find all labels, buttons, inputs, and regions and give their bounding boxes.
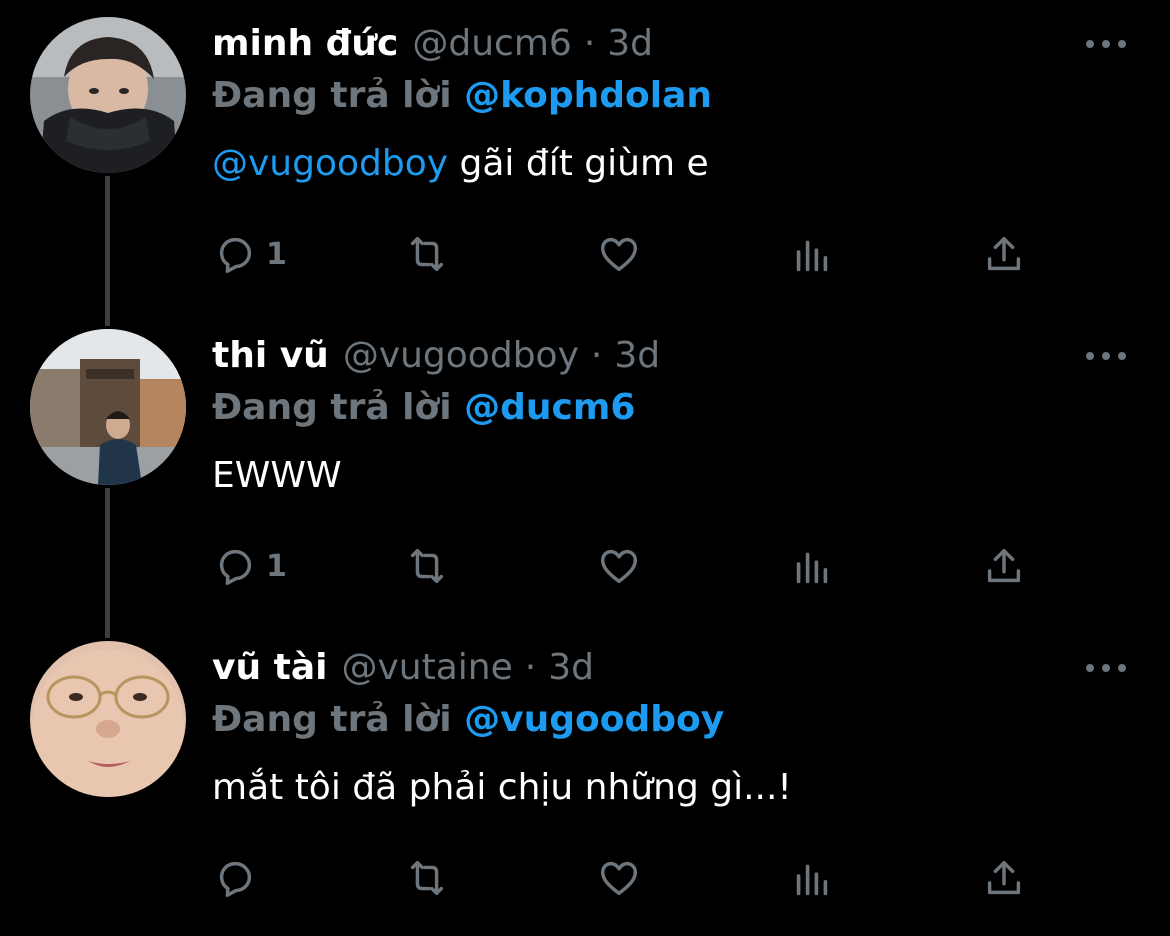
more-horizontal-icon[interactable] <box>1086 348 1126 364</box>
tweet[interactable]: vũ tài @vutaine · 3d Đang trả lời @vugoo… <box>0 624 1170 936</box>
action-bar: 1 <box>0 538 1170 594</box>
replying-to-handle[interactable]: @ducm6 <box>464 387 635 428</box>
like-button[interactable] <box>596 226 642 282</box>
like-button[interactable] <box>596 850 642 906</box>
separator-dot: · <box>590 335 603 376</box>
display-name[interactable]: vũ tài <box>212 640 327 696</box>
avatar[interactable] <box>30 329 186 485</box>
tweet[interactable]: thi vũ @vugoodboy · 3d Đang trả lời @duc… <box>0 312 1170 624</box>
mention-link[interactable]: @vugoodboy <box>212 143 448 184</box>
user-handle[interactable]: @ducm6 <box>412 16 571 72</box>
replying-to-label: Đang trả lời <box>212 75 452 116</box>
retweet-icon <box>410 236 444 272</box>
heart-icon <box>600 549 638 584</box>
share-icon <box>987 548 1021 583</box>
more-horizontal-icon[interactable] <box>1086 36 1126 52</box>
more-horizontal-icon[interactable] <box>1086 660 1126 676</box>
action-bar <box>0 850 1170 906</box>
tweet-text-content: gãi đít giùm e <box>448 143 709 184</box>
replying-to-handle[interactable]: @kophdolan <box>464 75 712 116</box>
analytics-icon <box>796 552 828 584</box>
replying-to: Đang trả lời @vugoodboy <box>212 692 1072 748</box>
share-icon <box>987 860 1021 895</box>
reply-count: 1 <box>266 548 287 584</box>
tweet-text-content: EWWW <box>212 455 342 496</box>
display-name[interactable]: thi vũ <box>212 328 329 384</box>
heart-icon <box>600 237 638 272</box>
tweet[interactable]: minh đức @ducm6 · 3d Đang trả lời @kophd… <box>0 0 1170 312</box>
replying-to: Đang trả lời @kophdolan <box>212 68 1072 124</box>
tweet-text-content: mắt tôi đã phải chịu những gì...! <box>212 767 792 808</box>
avatar[interactable] <box>30 641 186 797</box>
replying-to-label: Đang trả lời <box>212 699 452 740</box>
share-button[interactable] <box>981 850 1027 906</box>
retweet-icon <box>410 548 444 584</box>
share-button[interactable] <box>981 226 1027 282</box>
reply-button[interactable]: 1 <box>212 538 287 594</box>
analytics-button[interactable] <box>789 226 835 282</box>
retweet-icon <box>410 860 444 896</box>
analytics-button[interactable] <box>789 850 835 906</box>
like-button[interactable] <box>596 538 642 594</box>
retweet-button[interactable] <box>404 226 450 282</box>
analytics-icon <box>796 864 828 896</box>
reply-icon <box>219 549 252 585</box>
timestamp[interactable]: 3d <box>607 16 653 72</box>
user-handle[interactable]: @vugoodboy <box>343 328 579 384</box>
analytics-button[interactable] <box>789 538 835 594</box>
user-handle[interactable]: @vutaine <box>341 640 512 696</box>
reply-button[interactable] <box>212 850 266 906</box>
tweet-text: @vugoodboy gãi đít giùm e <box>212 136 1112 192</box>
avatar[interactable] <box>30 17 186 173</box>
separator-dot: · <box>524 647 537 688</box>
reply-icon <box>219 861 252 897</box>
tweet-text: EWWW <box>212 448 1112 504</box>
retweet-button[interactable] <box>404 850 450 906</box>
reply-thread: minh đức @ducm6 · 3d Đang trả lời @kophd… <box>0 0 1170 926</box>
heart-icon <box>600 861 638 896</box>
share-button[interactable] <box>981 538 1027 594</box>
separator-dot: · <box>583 23 596 64</box>
retweet-button[interactable] <box>404 538 450 594</box>
timestamp[interactable]: 3d <box>548 640 594 696</box>
reply-count: 1 <box>266 236 287 272</box>
reply-button[interactable]: 1 <box>212 226 287 282</box>
action-bar: 1 <box>0 226 1170 282</box>
replying-to-handle[interactable]: @vugoodboy <box>464 699 724 740</box>
timestamp[interactable]: 3d <box>614 328 660 384</box>
reply-icon <box>219 237 252 273</box>
share-icon <box>987 236 1021 271</box>
analytics-icon <box>796 240 828 272</box>
display-name[interactable]: minh đức <box>212 16 398 72</box>
tweet-text: mắt tôi đã phải chịu những gì...! <box>212 760 1112 816</box>
replying-to-label: Đang trả lời <box>212 387 452 428</box>
replying-to: Đang trả lời @ducm6 <box>212 380 1072 436</box>
